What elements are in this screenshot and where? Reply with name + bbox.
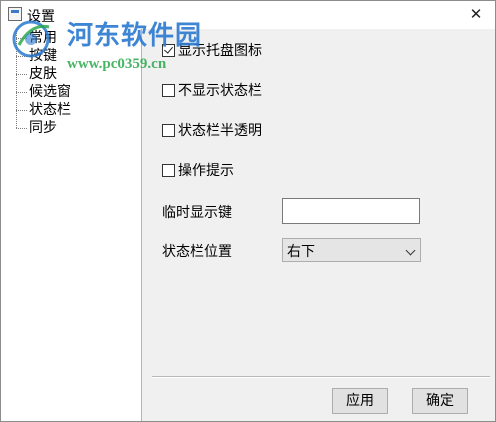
chevron-down-icon: [405, 245, 416, 256]
temp-show-key-input[interactable]: [282, 198, 420, 224]
sidebar-item-label: 候选窗: [29, 84, 71, 100]
temp-show-key-label: 临时显示键: [162, 205, 232, 221]
checkbox-label: 不显示状态栏: [178, 83, 262, 99]
sidebar-item-candidate-window[interactable]: 候选窗: [16, 83, 71, 101]
settings-window: 设置 ✕ 常用 按键 皮肤 候选窗 状态栏 同步 显示托盘图标 不显示状态栏 状…: [0, 0, 496, 422]
sidebar-tree: 常用 按键 皮肤 候选窗 状态栏 同步: [1, 29, 142, 421]
checkbox-icon[interactable]: [162, 83, 175, 97]
sidebar-item-label: 皮肤: [29, 66, 57, 82]
hide-status-bar-checkbox[interactable]: 不显示状态栏: [162, 81, 262, 101]
close-icon: ✕: [469, 5, 483, 23]
sidebar-item-keys[interactable]: 按键: [16, 47, 57, 65]
checkbox-icon[interactable]: [162, 163, 175, 177]
sidebar-item-skin[interactable]: 皮肤: [16, 65, 57, 83]
sidebar-item-common[interactable]: 常用: [16, 29, 57, 47]
select-value: 右下: [287, 244, 315, 260]
sidebar-item-label: 状态栏: [29, 102, 71, 118]
apply-button[interactable]: 应用: [332, 388, 388, 414]
settings-panel: 显示托盘图标 不显示状态栏 状态栏半透明 操作提示 临时显示键 状态栏位置 右下…: [142, 29, 495, 421]
checkbox-label: 状态栏半透明: [178, 123, 262, 139]
sidebar-item-label: 按键: [29, 48, 57, 64]
app-icon: [8, 7, 22, 21]
sidebar-item-label: 同步: [29, 120, 57, 136]
divider: [152, 376, 490, 378]
sidebar-item-sync[interactable]: 同步: [16, 119, 57, 137]
ok-button[interactable]: 确定: [412, 388, 468, 414]
checkbox-label: 操作提示: [178, 163, 234, 179]
sidebar-item-label: 常用: [29, 30, 57, 46]
sidebar-item-status-bar[interactable]: 状态栏: [16, 101, 71, 119]
close-button[interactable]: ✕: [463, 3, 489, 25]
status-bar-translucent-checkbox[interactable]: 状态栏半透明: [162, 121, 262, 141]
window-title: 设置: [27, 9, 55, 25]
title-bar[interactable]: 设置 ✕: [1, 1, 495, 29]
checkbox-label: 显示托盘图标: [178, 43, 262, 59]
status-bar-position-select[interactable]: 右下: [282, 238, 421, 262]
status-bar-position-label: 状态栏位置: [162, 244, 232, 260]
show-tray-icon-checkbox[interactable]: 显示托盘图标: [162, 41, 262, 61]
operation-tips-checkbox[interactable]: 操作提示: [162, 161, 234, 181]
checkbox-icon[interactable]: [162, 123, 175, 137]
checkbox-checked-icon[interactable]: [162, 43, 175, 57]
